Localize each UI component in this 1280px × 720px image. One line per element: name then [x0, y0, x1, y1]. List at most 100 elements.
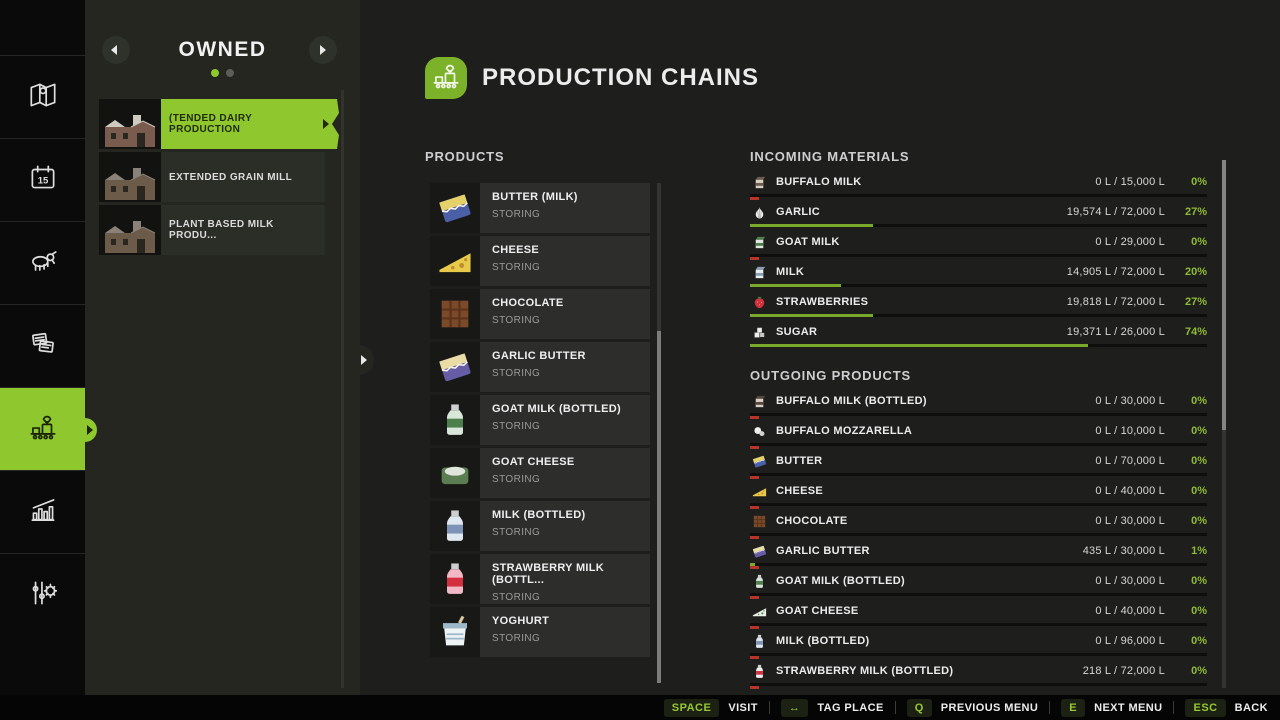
- product-info: BUTTER (MILK) STORING: [480, 183, 650, 233]
- material-name: GOAT MILK (BOTTLED): [776, 575, 905, 587]
- low-fill-indicator: [750, 536, 759, 539]
- product-info: GARLIC BUTTER STORING: [480, 342, 650, 392]
- material-amount: 435 L / 30,000 L: [1083, 545, 1165, 557]
- material-row: BUFFALO MILK (BOTTLED) 0 L / 30,000 L 0%: [750, 391, 1207, 421]
- animals-icon: [26, 244, 60, 283]
- material-line: BUFFALO MILK (BOTTLED) 0 L / 30,000 L 0%: [750, 391, 1207, 411]
- fill-level-bar: [750, 344, 1207, 347]
- product-info: GOAT CHEESE STORING: [480, 448, 650, 498]
- fill-level-bar: [750, 254, 1207, 257]
- sidebar-item-production[interactable]: [0, 387, 85, 470]
- product-info: YOGHURT STORING: [480, 607, 650, 657]
- scrollbar-thumb[interactable]: [657, 331, 661, 683]
- contracts-icon: [26, 327, 60, 366]
- material-line: GARLIC BUTTER 435 L / 30,000 L 1%: [750, 541, 1207, 561]
- product-status: STORING: [492, 633, 650, 644]
- material-line: CHEESE 0 L / 40,000 L 0%: [750, 481, 1207, 501]
- sidebar-item-contracts[interactable]: [0, 304, 85, 387]
- cheese-icon: [750, 482, 768, 500]
- sidebar-item-animals[interactable]: [0, 221, 85, 304]
- product-row[interactable]: STRAWBERRY MILK (BOTTL... STORING: [430, 554, 650, 604]
- product-row[interactable]: MILK (BOTTLED) STORING: [430, 501, 650, 551]
- scrollbar-thumb[interactable]: [1222, 160, 1226, 430]
- fill-level-bar: [750, 533, 1207, 536]
- hotkey-tag-place[interactable]: ↔TAG PLACE: [781, 699, 884, 717]
- fill-level-bar: [750, 683, 1207, 686]
- owned-item-3[interactable]: PLANT BASED MILK PRODU...: [99, 205, 325, 255]
- owned-item-label: (TENDED DAIRY PRODUCTION: [161, 99, 339, 149]
- buffalo-mozzarella-icon: [750, 422, 768, 440]
- hotkey-visit[interactable]: SPACEVISIT: [664, 699, 758, 717]
- material-percent: 0%: [1165, 176, 1207, 188]
- building-thumbnail: [99, 205, 161, 255]
- owned-item-1[interactable]: (TENDED DAIRY PRODUCTION: [99, 99, 339, 149]
- fill-level-bar: [750, 413, 1207, 416]
- product-row[interactable]: CHOCOLATE STORING: [430, 289, 650, 339]
- page-dot-active[interactable]: [211, 69, 219, 77]
- production-icon: [429, 59, 463, 98]
- products-section-label: PRODUCTS: [425, 149, 504, 164]
- product-row[interactable]: BUTTER (MILK) STORING: [430, 183, 650, 233]
- fill-level-bar: [750, 443, 1207, 446]
- owned-item-2[interactable]: EXTENDED GRAIN MILL: [99, 152, 325, 202]
- garlic-butter-icon: [750, 542, 768, 560]
- material-line: BUTTER 0 L / 70,000 L 0%: [750, 451, 1207, 471]
- chocolate-icon: [750, 512, 768, 530]
- incoming-materials-label: INCOMING MATERIALS: [750, 149, 1207, 164]
- sidebar-item-settings[interactable]: [0, 553, 85, 636]
- material-percent: 27%: [1165, 206, 1207, 218]
- materials-panel: INCOMING MATERIALS BUFFALO MILK 0 L / 15…: [750, 149, 1207, 691]
- low-fill-indicator: [750, 656, 759, 659]
- outgoing-products-label: OUTGOING PRODUCTS: [750, 368, 1207, 383]
- low-fill-indicator: [750, 257, 759, 260]
- chevron-right-icon: [323, 119, 329, 129]
- product-name: GARLIC BUTTER: [492, 350, 650, 362]
- hotkey-back[interactable]: ESCBACK: [1185, 699, 1268, 717]
- key-badge: E: [1061, 699, 1085, 717]
- material-amount: 0 L / 96,000 L: [1095, 635, 1165, 647]
- key-badge: SPACE: [664, 699, 720, 717]
- low-fill-indicator: [750, 476, 759, 479]
- product-name: STRAWBERRY MILK (BOTTL...: [492, 562, 650, 586]
- material-percent: 0%: [1165, 665, 1207, 677]
- owned-production-list: (TENDED DAIRY PRODUCTION EXTENDED GRAIN …: [99, 99, 325, 258]
- owned-next-button[interactable]: [309, 36, 337, 64]
- milk-icon: [750, 263, 768, 281]
- chocolate-icon: [430, 289, 480, 339]
- materials-scrollbar[interactable]: [1222, 160, 1226, 688]
- material-amount: 218 L / 72,000 L: [1083, 665, 1165, 677]
- product-row[interactable]: YOGHURT STORING: [430, 607, 650, 657]
- product-row[interactable]: GOAT CHEESE STORING: [430, 448, 650, 498]
- building-thumbnail: [99, 99, 161, 149]
- key-badge: ESC: [1185, 699, 1225, 717]
- material-row: CHOCOLATE 0 L / 30,000 L 0%: [750, 511, 1207, 541]
- product-row[interactable]: CHEESE STORING: [430, 236, 650, 286]
- sidebar-item-statistics[interactable]: [0, 470, 85, 553]
- butter-milk-icon: [430, 183, 480, 233]
- material-line: CHOCOLATE 0 L / 30,000 L 0%: [750, 511, 1207, 531]
- sidebar-item-map[interactable]: [0, 55, 85, 138]
- owned-item-label: PLANT BASED MILK PRODU...: [161, 205, 325, 255]
- material-percent: 0%: [1165, 395, 1207, 407]
- material-row: BUFFALO MILK 0 L / 15,000 L 0%: [750, 172, 1207, 202]
- strawberry-milk-bottled-icon: [750, 662, 768, 680]
- material-row: GOAT MILK (BOTTLED) 0 L / 30,000 L 0%: [750, 571, 1207, 601]
- low-fill-indicator: [750, 686, 759, 689]
- hotkey-next-menu[interactable]: ENEXT MENU: [1061, 699, 1162, 717]
- production-chains-main: PRODUCTION CHAINS PRODUCTS BUTTER (MILK)…: [360, 0, 1280, 695]
- material-amount: 0 L / 30,000 L: [1095, 395, 1165, 407]
- fill-level-bar: [750, 653, 1207, 656]
- sidebar-item-calendar[interactable]: 15: [0, 138, 85, 221]
- hotkey-label: TAG PLACE: [817, 702, 883, 714]
- products-scrollbar[interactable]: [657, 183, 661, 683]
- material-row: STRAWBERRY MILK (BOTTLED) 218 L / 72,000…: [750, 661, 1207, 691]
- hotkey-previous-menu[interactable]: QPREVIOUS MENU: [907, 699, 1039, 717]
- page-dot[interactable]: [226, 69, 234, 77]
- chevron-right-icon: [361, 355, 367, 365]
- product-row[interactable]: GARLIC BUTTER STORING: [430, 342, 650, 392]
- product-row[interactable]: GOAT MILK (BOTTLED) STORING: [430, 395, 650, 445]
- chevron-right-icon: [320, 45, 326, 55]
- material-percent: 1%: [1165, 545, 1207, 557]
- owned-scrollbar[interactable]: [341, 90, 344, 688]
- owned-page-dots: [85, 69, 360, 77]
